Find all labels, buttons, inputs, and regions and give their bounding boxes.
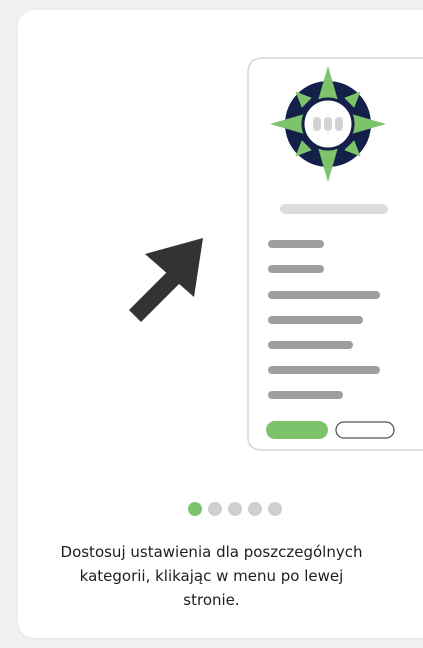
pagination-dot-3[interactable] [228,502,242,516]
arrow-up-right-icon [128,238,203,323]
illustration [128,57,423,451]
mock-primary-button [266,421,328,439]
mock-secondary-button [335,421,395,439]
onboarding-caption: Dostosuj ustawienia dla poszczególnych k… [60,543,363,609]
pagination-dot-2[interactable] [208,502,222,516]
mock-panel [247,57,423,451]
pagination-dot-1[interactable] [188,502,202,516]
pagination-dot-5[interactable] [268,502,282,516]
pagination-dots [188,502,282,516]
pagination-dot-4[interactable] [248,502,262,516]
title-placeholder [280,204,388,214]
